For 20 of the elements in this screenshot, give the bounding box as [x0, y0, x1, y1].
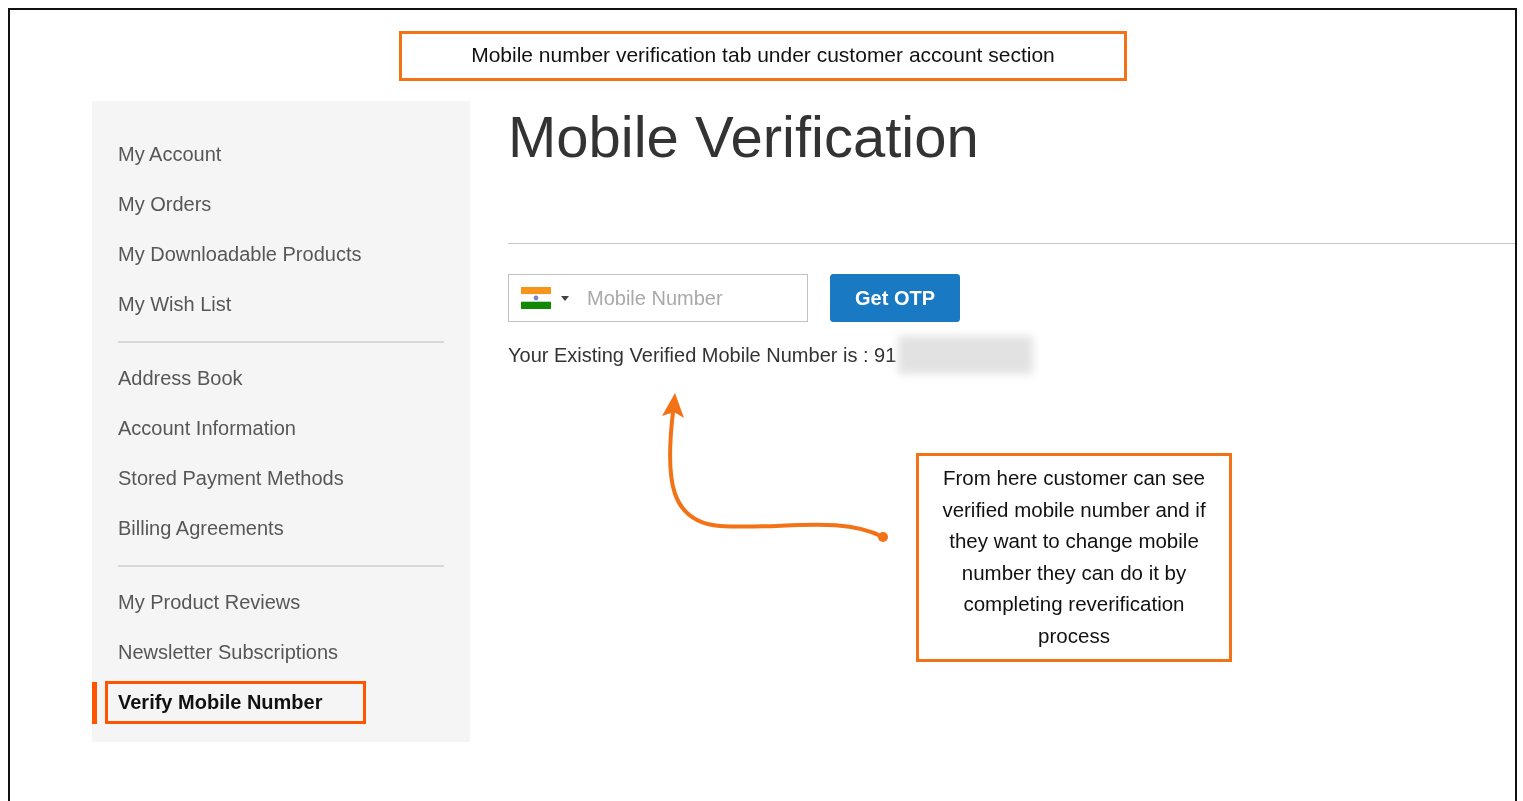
sidebar-item[interactable]: My Orders: [118, 192, 212, 216]
existing-number-text: Your Existing Verified Mobile Number is : 91: [508, 343, 897, 367]
sidebar-item[interactable]: My Wish List: [118, 292, 232, 316]
sidebar-item[interactable]: Verify Mobile Number: [105, 680, 366, 724]
callout-note: From here customer can see verified mobile number and if they want to change mobile number they can do it by completing reverification process: [916, 453, 1232, 662]
sidebar-item[interactable]: My Product Reviews: [118, 590, 301, 614]
phone-input-group[interactable]: Mobile Number: [508, 274, 808, 322]
sidebar-item[interactable]: Newsletter Subscriptions: [118, 640, 339, 664]
sidebar-item[interactable]: Account Information: [118, 416, 296, 440]
sidebar-item[interactable]: Stored Payment Methods: [118, 466, 344, 490]
sidebar-item[interactable]: My Account: [118, 142, 222, 166]
sidebar-item[interactable]: Address Book: [118, 366, 243, 390]
get-otp-button[interactable]: Get OTP: [830, 274, 960, 322]
sidebar-item[interactable]: Billing Agreements: [118, 516, 284, 540]
annotation-label: Mobile number verification tab under customer account section: [399, 31, 1127, 81]
sidebar-item[interactable]: My Downloadable Products: [118, 242, 362, 266]
flag-icon: [521, 287, 551, 309]
page-title: Mobile Verification: [508, 103, 980, 171]
mobile-number-input[interactable]: Mobile Number: [585, 285, 789, 311]
caret-icon[interactable]: [561, 295, 569, 301]
